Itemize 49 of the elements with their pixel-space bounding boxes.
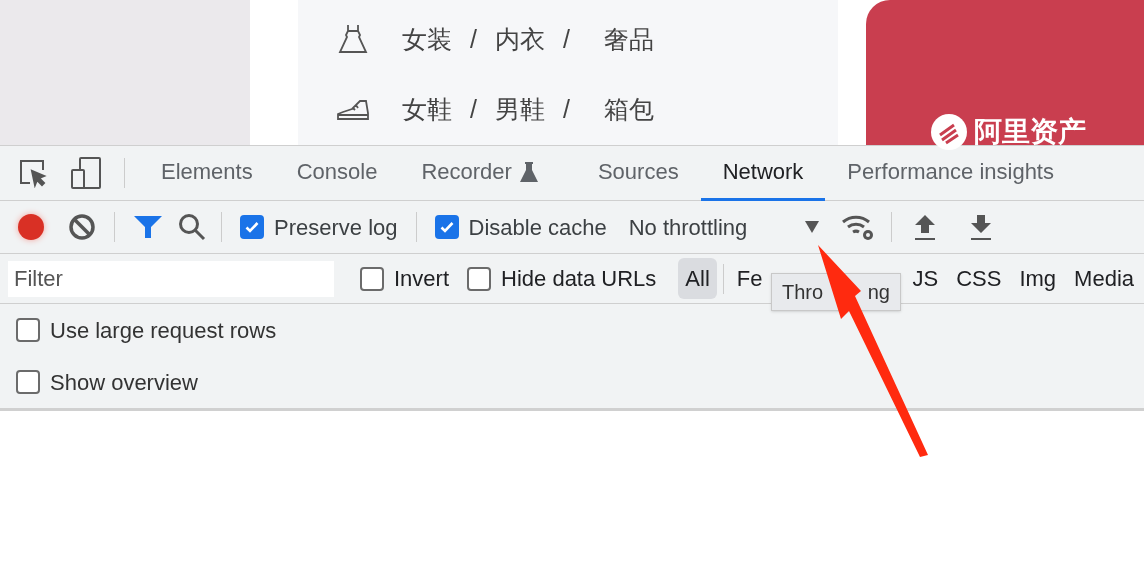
filter-field[interactable]: Filter [8,260,334,297]
type-filter[interactable]: All [678,258,717,299]
checkbox[interactable] [240,215,264,239]
checkbox[interactable] [467,266,492,291]
checkbox[interactable] [16,370,40,394]
type-filter[interactable]: CSS [949,258,1009,299]
separator: / [470,94,477,125]
separator: / [562,23,570,55]
setting-option[interactable]: Show overview [16,365,198,399]
record-button[interactable] [18,214,44,240]
type-filter[interactable]: Fe [729,258,770,299]
checkbox[interactable] [16,318,40,342]
type-filter[interactable]: JS [905,258,946,299]
filter-option[interactable]: Invert [360,262,450,295]
category-link[interactable]: 男鞋 [494,91,545,129]
separator: / [562,94,570,125]
clear-icon[interactable] [68,213,96,241]
checkbox[interactable] [360,266,384,291]
device-icon[interactable] [70,156,102,190]
check-icon [244,219,260,235]
tooltip-text: ng [867,280,890,305]
category-link[interactable]: 内衣 [494,20,545,58]
inspect-icon[interactable] [18,158,48,188]
disable-cache-option[interactable]: Disable cache [434,210,607,244]
panel-tab[interactable]: Network [700,145,826,201]
throttling-dropdown[interactable]: No throttling [628,210,819,244]
filter-icon[interactable] [133,214,163,240]
category-link[interactable]: 箱包 [603,91,654,129]
preserve-log-option[interactable]: Preserve log [240,210,398,244]
panel-tab[interactable]: Recorder [399,145,560,201]
caret-icon [804,221,819,233]
panel-tab[interactable]: Console [274,145,400,201]
category-link[interactable]: 女鞋 [402,91,452,129]
filter-option[interactable]: Hide data URLs [467,262,657,295]
panel-tab[interactable]: Elements [139,145,275,201]
checkbox[interactable] [434,215,459,239]
category-link[interactable]: 女装 [402,20,452,58]
type-filter[interactable]: Img [1012,258,1064,299]
shoe-icon [336,98,370,121]
download-icon[interactable] [969,213,992,241]
panel-tab[interactable]: Sources [575,145,701,201]
search-icon[interactable] [177,212,207,242]
check-icon [438,219,455,235]
tooltip-text: Thro [782,280,824,305]
category-link[interactable]: 奢品 [603,20,654,58]
type-filter[interactable]: Media [1067,258,1142,299]
upload-icon[interactable] [913,213,936,241]
setting-option[interactable]: Use large request rows [16,313,277,347]
separator: / [470,23,477,55]
